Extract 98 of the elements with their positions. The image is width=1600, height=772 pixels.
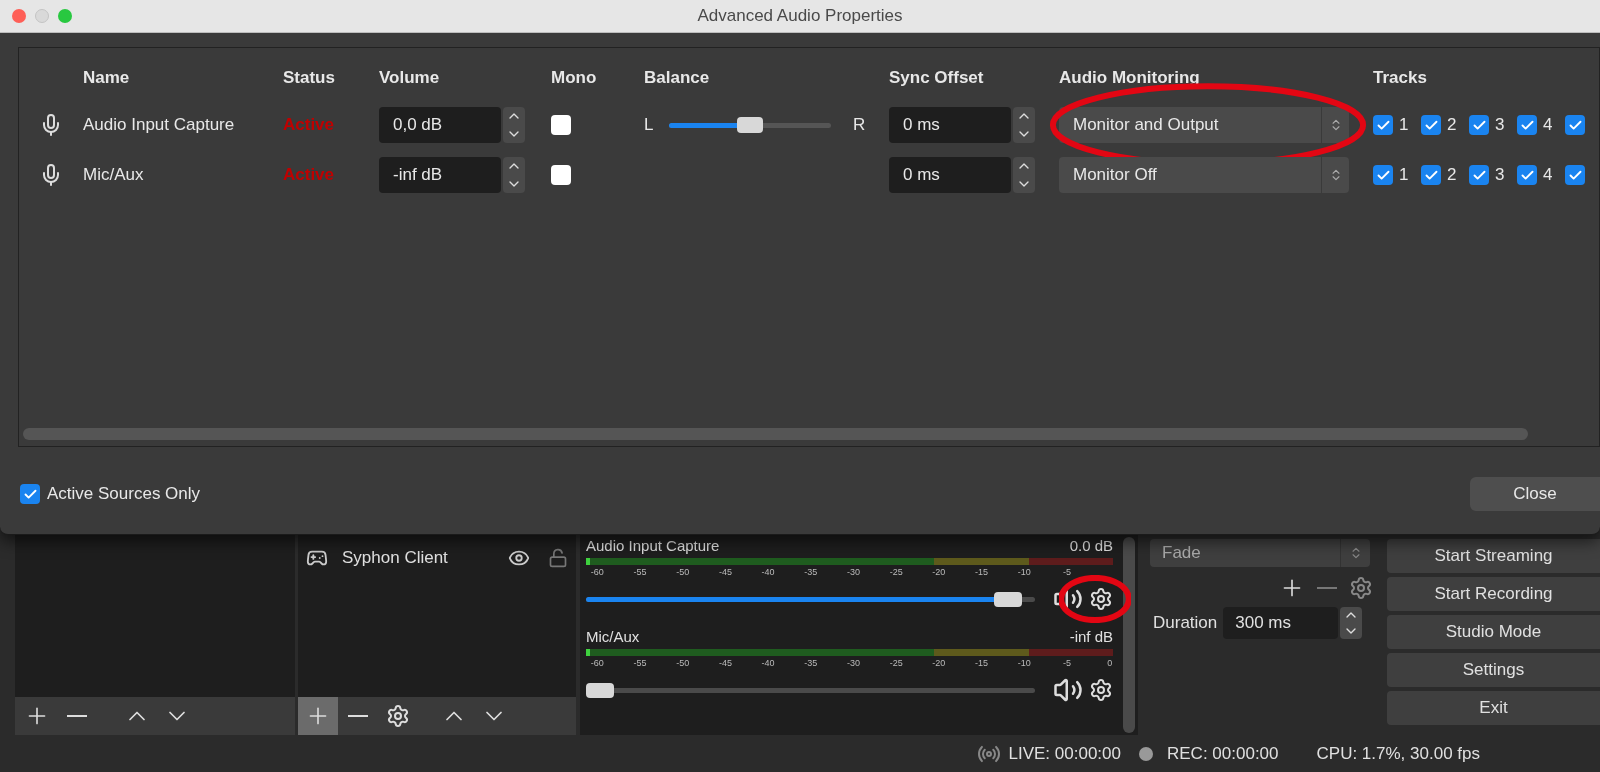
horizontal-scrollbar[interactable] (23, 428, 1528, 440)
meter-scale-label: -25 (888, 566, 904, 578)
balance-left-label: L (644, 114, 655, 137)
meter-scale-label: -30 (846, 566, 861, 578)
track-number: 2 (1447, 114, 1458, 137)
cpu-stats: CPU: 1.7%, 30.00 fps (1316, 742, 1480, 765)
transition-dropdown[interactable]: Fade (1150, 539, 1370, 567)
checkbox[interactable] (551, 165, 571, 185)
balance-right-label: R (853, 114, 866, 137)
source-name: Mic/Aux (83, 165, 144, 185)
meter-scale-label: -20 (931, 657, 947, 669)
volume-field[interactable]: 0,0 dB (379, 107, 501, 143)
checkbox[interactable] (1517, 115, 1537, 135)
channel-reading: 0.0 dB (1069, 537, 1113, 555)
settings-icon (386, 704, 410, 728)
column-header: Status (283, 67, 335, 87)
track-number: 1 (1399, 164, 1410, 187)
balance-slider[interactable] (669, 117, 831, 133)
column-header: Volume (379, 67, 440, 87)
close-button[interactable]: Close (1470, 477, 1600, 511)
column-header: Audio Monitoring (1059, 67, 1200, 87)
channel-name: Mic/Aux (586, 628, 640, 646)
checkbox[interactable] (1469, 165, 1489, 185)
meter-scale-label: -5 (1061, 566, 1072, 578)
control-button[interactable]: Settings (1387, 653, 1600, 687)
channel-name: Audio Input Capture (586, 537, 720, 555)
meter-scale-label: -50 (675, 566, 691, 578)
control-button[interactable]: Start Recording (1387, 577, 1600, 611)
checkbox[interactable] (1517, 165, 1537, 185)
checkbox[interactable] (1469, 115, 1489, 135)
checkbox[interactable] (1373, 115, 1393, 135)
meter-scale-label: -35 (803, 566, 819, 578)
control-button[interactable]: Start Streaming (1387, 539, 1600, 573)
meter-scale-label: -50 (675, 657, 691, 669)
monitoring-dropdown[interactable]: Monitor Off (1059, 157, 1349, 193)
checkbox-label: Active Sources Only (47, 483, 201, 506)
rec-timer: REC: 00:00:00 (1167, 742, 1279, 765)
meter-scale-label: -10 (1016, 566, 1032, 578)
meter-scale-label: -45 (717, 657, 733, 669)
checkbox[interactable] (1565, 115, 1585, 135)
meter-scale-label: -25 (888, 657, 904, 669)
volume-field[interactable]: -inf dB (379, 157, 501, 193)
track-number: 3 (1495, 114, 1506, 137)
source-name: Audio Input Capture (83, 115, 235, 135)
meter-scale-label: 0 (1106, 657, 1114, 669)
track-number: 1 (1399, 114, 1410, 137)
column-header: Mono (551, 67, 597, 87)
meter-scale-label: -45 (717, 566, 733, 578)
meter-scale-label: -10 (1016, 657, 1032, 669)
vertical-scrollbar[interactable] (1123, 537, 1135, 733)
meter-scale-label: -35 (803, 657, 819, 669)
meter-scale-label: -40 (760, 566, 776, 578)
checkbox[interactable] (20, 484, 40, 504)
source-name: Syphon Client (342, 547, 449, 570)
meter-scale-label: -15 (974, 657, 990, 669)
control-button[interactable]: Studio Mode (1387, 615, 1600, 649)
meter-scale-label: -40 (760, 657, 776, 669)
sync-offset-field[interactable]: 0 ms (889, 157, 1011, 193)
spin-down-button[interactable] (1340, 623, 1363, 639)
window-title: Advanced Audio Properties (697, 5, 903, 28)
checkbox[interactable] (1421, 165, 1441, 185)
column-header: Name (83, 67, 130, 87)
settings-icon[interactable] (1089, 587, 1113, 611)
track-number: 4 (1543, 164, 1554, 187)
track-number: 3 (1495, 164, 1506, 187)
duration-label: Duration (1153, 612, 1218, 635)
duration-field[interactable]: 300 ms (1223, 607, 1339, 639)
checkbox[interactable] (1373, 165, 1393, 185)
minus-icon (348, 715, 368, 717)
meter-scale-label: -20 (931, 566, 947, 578)
meter-scale-label: -55 (632, 657, 648, 669)
monitoring-dropdown[interactable]: Monitor and Output (1059, 107, 1349, 143)
checkbox[interactable] (551, 115, 571, 135)
column-header: Balance (644, 67, 710, 87)
control-button[interactable]: Exit (1387, 691, 1600, 725)
track-number: 4 (1543, 114, 1554, 137)
settings-icon[interactable] (1089, 678, 1113, 702)
meter-scale-label: -60 (589, 657, 605, 669)
meter-scale-label: -55 (632, 566, 648, 578)
column-header: Tracks (1373, 67, 1427, 87)
column-header: Sync Offset (889, 67, 984, 87)
spin-up-button[interactable] (1340, 607, 1363, 623)
meter-scale-label: -60 (589, 566, 605, 578)
meter-scale-label: -30 (846, 657, 861, 669)
meter-scale-label: -15 (974, 566, 990, 578)
minus-icon (67, 715, 87, 717)
sync-offset-field[interactable]: 0 ms (889, 107, 1011, 143)
meter-scale-label: -5 (1061, 657, 1072, 669)
unlocked-icon[interactable] (548, 548, 568, 568)
status-label: Active (283, 165, 335, 185)
checkbox[interactable] (1421, 115, 1441, 135)
volume-slider[interactable] (586, 682, 1035, 698)
track-number: 2 (1447, 164, 1458, 187)
volume-slider[interactable] (586, 591, 1035, 607)
live-timer: LIVE: 00:00:00 (1008, 742, 1121, 765)
channel-reading: -inf dB (1069, 628, 1113, 646)
checkbox[interactable] (1565, 165, 1585, 185)
status-label: Active (283, 115, 335, 135)
